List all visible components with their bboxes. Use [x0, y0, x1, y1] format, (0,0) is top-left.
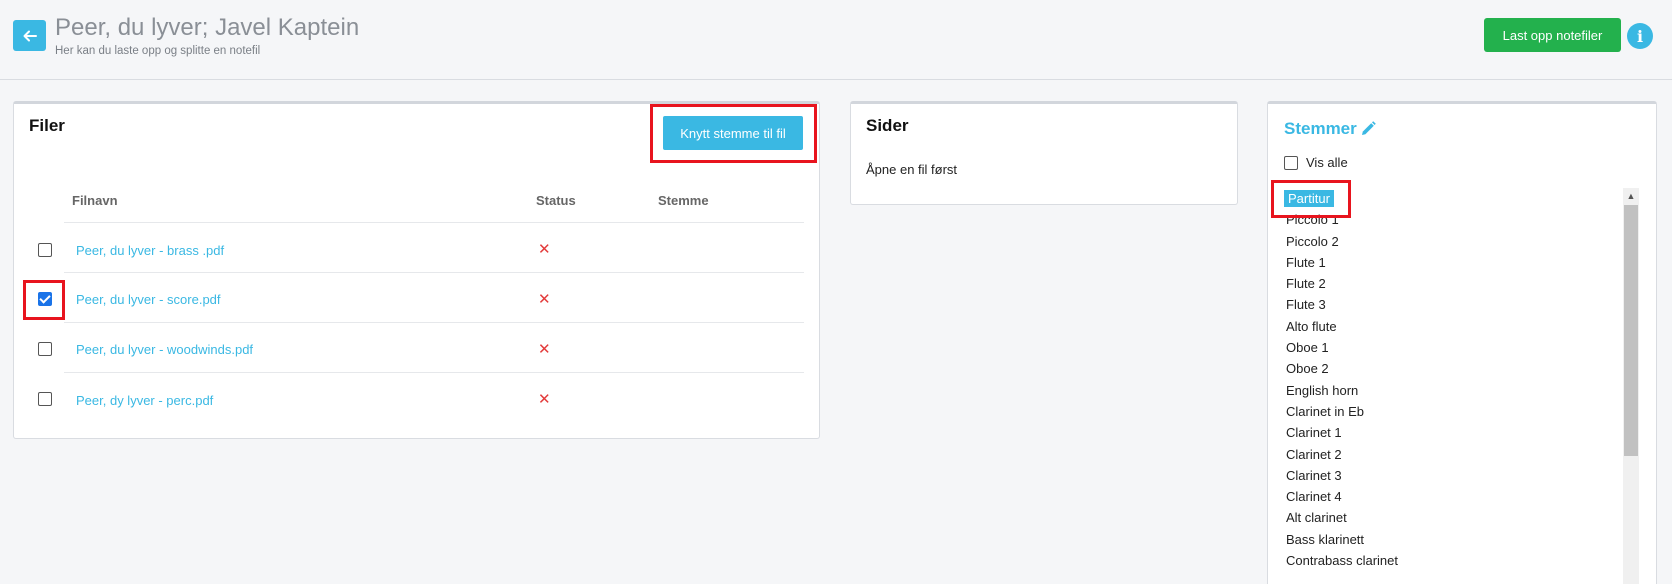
row-divider: [64, 272, 804, 273]
voice-item-label: Alt clarinet: [1286, 510, 1347, 526]
voice-list-scrollbar[interactable]: ▲: [1623, 188, 1639, 584]
pages-panel-title: Sider: [866, 116, 909, 135]
row-divider: [64, 322, 804, 323]
page-subtitle: Her kan du laste opp og splitte en notef…: [55, 45, 261, 57]
voice-item[interactable]: Bass klarinett: [1286, 529, 1624, 550]
pages-panel: Sider Åpne en fil først: [850, 101, 1238, 205]
voice-item-label: Oboe 1: [1286, 340, 1329, 356]
file-link[interactable]: Peer, du lyver - brass .pdf: [76, 243, 224, 258]
upload-files-button[interactable]: Last opp notefiler: [1484, 18, 1621, 52]
file-row-checkbox[interactable]: [38, 342, 52, 356]
column-header-status: Status: [536, 193, 576, 208]
row-divider: [64, 372, 804, 373]
voice-list[interactable]: Partitur Piccolo 1 Piccolo 2 Flute 1 Flute 2…: [1284, 188, 1624, 571]
voice-item-label: Flute 1: [1286, 254, 1326, 270]
pages-empty-text: Åpne en fil først: [866, 162, 958, 177]
voice-item-label: Partitur: [1284, 190, 1334, 207]
voice-item-label: Contrabass clarinet: [1286, 553, 1398, 569]
voice-item[interactable]: Flute 2: [1286, 273, 1624, 294]
voice-item[interactable]: Piccolo 2: [1286, 231, 1624, 252]
voice-item[interactable]: Piccolo 1: [1286, 209, 1624, 230]
voice-item-label: Piccolo 2: [1286, 233, 1339, 249]
voices-title-label: Stemmer: [1284, 119, 1357, 138]
voice-item[interactable]: Flute 3: [1286, 294, 1624, 315]
attach-voice-button[interactable]: Knytt stemme til fil: [663, 116, 803, 150]
voice-item-label: Flute 3: [1286, 297, 1326, 313]
voice-item[interactable]: Oboe 1: [1286, 337, 1624, 358]
voices-panel-title: Stemmer: [1284, 119, 1377, 139]
status-error-icon: ✕: [538, 391, 551, 408]
file-link[interactable]: Peer, dy lyver - perc.pdf: [76, 393, 213, 408]
voice-item[interactable]: Clarinet 1: [1286, 422, 1624, 443]
file-link[interactable]: Peer, du lyver - score.pdf: [76, 292, 221, 307]
scrollbar-thumb[interactable]: [1624, 205, 1638, 456]
info-icon[interactable]: i: [1627, 23, 1653, 49]
voice-item-label: English horn: [1286, 382, 1359, 398]
scroll-up-icon[interactable]: ▲: [1623, 188, 1639, 204]
voice-item[interactable]: Clarinet 2: [1286, 444, 1624, 465]
voice-item[interactable]: English horn: [1286, 380, 1624, 401]
voice-item[interactable]: Clarinet 4: [1286, 486, 1624, 507]
voice-item-label: Clarinet 4: [1286, 489, 1342, 505]
voice-item-label: Piccolo 1: [1286, 212, 1339, 228]
file-row-checkbox[interactable]: [38, 392, 52, 406]
voice-item-label: Flute 2: [1286, 276, 1326, 292]
file-row-checkbox[interactable]: [38, 243, 52, 257]
voice-item[interactable]: Alt clarinet: [1286, 507, 1624, 528]
voice-item-label: Alto flute: [1286, 318, 1337, 334]
files-panel: Filer Knytt stemme til fil Filnavn Statu…: [13, 101, 820, 439]
voice-item[interactable]: Partitur: [1284, 188, 1624, 209]
voice-item[interactable]: Alto flute: [1286, 316, 1624, 337]
voice-item-label: Oboe 2: [1286, 361, 1329, 377]
voice-item-label: Clarinet in Eb: [1286, 403, 1365, 419]
file-link[interactable]: Peer, du lyver - woodwinds.pdf: [76, 342, 253, 357]
status-error-icon: ✕: [538, 291, 551, 308]
show-all-label: Vis alle: [1306, 155, 1348, 170]
voice-item-label: Clarinet 1: [1286, 425, 1342, 441]
column-header-stemme: Stemme: [658, 193, 709, 208]
show-all-toggle[interactable]: Vis alle: [1284, 155, 1348, 170]
voice-item-label: Bass klarinett: [1286, 531, 1365, 547]
back-button[interactable]: [13, 20, 46, 51]
row-divider: [64, 222, 804, 223]
status-error-icon: ✕: [538, 241, 551, 258]
arrow-left-icon: [23, 30, 37, 41]
pencil-icon[interactable]: [1359, 120, 1377, 138]
voice-item[interactable]: Oboe 2: [1286, 358, 1624, 379]
show-all-checkbox[interactable]: [1284, 155, 1298, 170]
status-error-icon: ✕: [538, 341, 551, 358]
page-title: Peer, du lyver; Javel Kaptein: [55, 14, 360, 41]
file-row-checkbox[interactable]: [38, 292, 52, 306]
column-header-filnavn: Filnavn: [72, 193, 118, 208]
page-header: Peer, du lyver; Javel Kaptein Her kan du…: [0, 0, 1672, 80]
files-panel-title: Filer: [29, 116, 65, 135]
voice-item[interactable]: Clarinet in Eb: [1286, 401, 1624, 422]
voice-item[interactable]: Clarinet 3: [1286, 465, 1624, 486]
voice-item-label: Clarinet 3: [1286, 467, 1342, 483]
voice-item-label: Clarinet 2: [1286, 446, 1342, 462]
voices-panel: Stemmer Vis alle Partitur Piccolo 1 Piccol…: [1267, 101, 1657, 584]
voice-item[interactable]: Flute 1: [1286, 252, 1624, 273]
voice-item[interactable]: Contrabass clarinet: [1286, 550, 1624, 571]
